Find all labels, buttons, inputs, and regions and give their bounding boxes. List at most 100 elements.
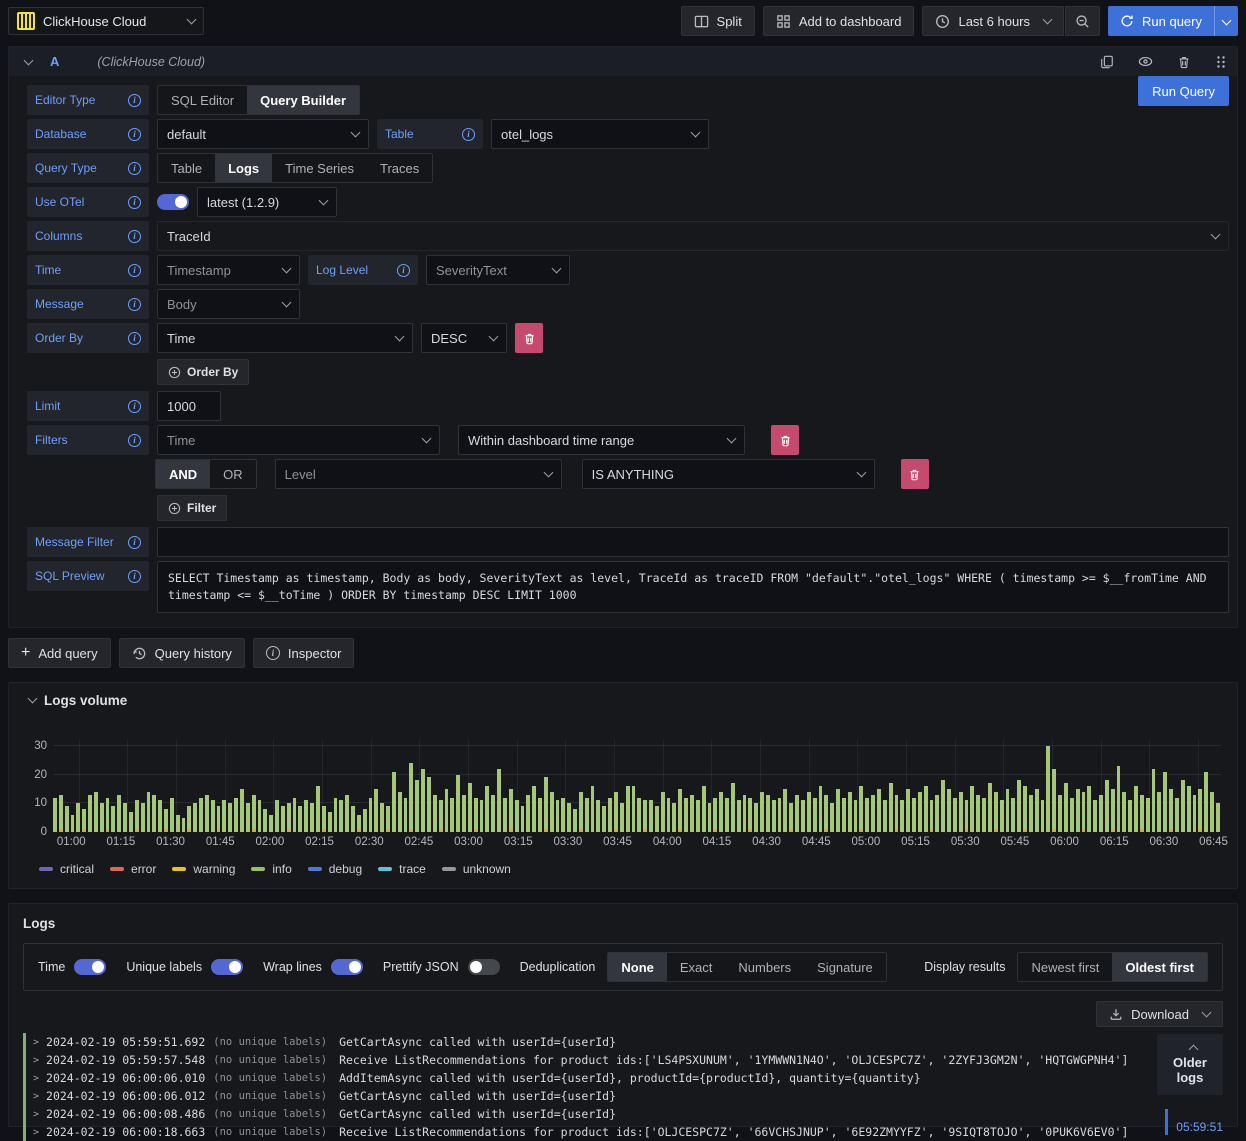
info-icon[interactable]: i bbox=[128, 263, 141, 277]
log-row[interactable]: >2024-02-19 06:00:06.010 (no unique label… bbox=[23, 1069, 1237, 1087]
duplicate-query-icon[interactable] bbox=[1100, 55, 1114, 69]
query-type-traces[interactable]: Traces bbox=[367, 154, 432, 182]
expand-row-icon[interactable]: > bbox=[33, 1127, 39, 1138]
log-row[interactable]: >2024-02-19 06:00:18.663 (no unique label… bbox=[23, 1123, 1237, 1141]
filter-operator-select[interactable]: Within dashboard time range bbox=[458, 425, 745, 455]
database-select[interactable]: default bbox=[157, 119, 369, 149]
bar bbox=[649, 800, 653, 832]
info-icon[interactable]: i bbox=[128, 161, 141, 175]
dedup-none[interactable]: None bbox=[608, 953, 667, 981]
hide-response-eye-icon[interactable] bbox=[1138, 54, 1153, 69]
run-query-button[interactable]: Run query bbox=[1108, 6, 1238, 36]
info-icon[interactable]: i bbox=[128, 127, 141, 141]
expand-row-icon[interactable]: > bbox=[33, 1073, 39, 1084]
expand-row-icon[interactable]: > bbox=[33, 1037, 39, 1048]
display-oldest-first[interactable]: Oldest first bbox=[1112, 953, 1207, 981]
editor-type-sql-editor[interactable]: SQL Editor bbox=[158, 86, 247, 114]
condition-and[interactable]: AND bbox=[156, 460, 211, 488]
info-icon[interactable]: i bbox=[128, 331, 141, 345]
logs-volume-header[interactable]: Logs volume bbox=[9, 683, 1237, 714]
dedup-exact[interactable]: Exact bbox=[667, 953, 726, 981]
editor-type-query-builder[interactable]: Query Builder bbox=[247, 86, 360, 114]
time-column-select[interactable]: Timestamp bbox=[157, 255, 300, 285]
time-range-picker[interactable]: Last 6 hours bbox=[922, 6, 1065, 36]
remove-filter2-button[interactable] bbox=[900, 459, 929, 489]
split-button[interactable]: Split bbox=[680, 6, 755, 36]
info-icon[interactable]: i bbox=[462, 127, 475, 141]
zoom-out-button[interactable] bbox=[1065, 6, 1101, 36]
expand-row-icon[interactable]: > bbox=[33, 1109, 39, 1120]
legend-item-warning[interactable]: warning bbox=[172, 862, 235, 876]
bar bbox=[362, 809, 367, 832]
table-select[interactable]: otel_logs bbox=[491, 119, 709, 149]
bar bbox=[836, 788, 840, 832]
remove-filter-button[interactable] bbox=[771, 425, 799, 455]
run-query-options[interactable] bbox=[1214, 6, 1238, 36]
collapse-chevron-icon[interactable] bbox=[27, 693, 38, 704]
dedup-numbers[interactable]: Numbers bbox=[725, 953, 804, 981]
prettify-json-toggle[interactable] bbox=[467, 959, 500, 975]
unique-labels-toggle[interactable] bbox=[211, 959, 244, 975]
time-toggle[interactable] bbox=[74, 959, 107, 975]
legend-item-trace[interactable]: trace bbox=[378, 862, 426, 876]
info-icon[interactable]: i bbox=[128, 535, 141, 549]
info-icon[interactable]: i bbox=[128, 229, 141, 243]
log-row[interactable]: >2024-02-19 05:59:57.548 (no unique label… bbox=[23, 1051, 1237, 1069]
query-row-header[interactable]: A (ClickHouse Cloud) bbox=[9, 47, 1237, 76]
info-icon[interactable]: i bbox=[128, 195, 141, 209]
legend-item-info[interactable]: info bbox=[251, 862, 292, 876]
log-row[interactable]: >2024-02-19 05:59:51.692 (no unique label… bbox=[23, 1033, 1237, 1051]
remove-query-trash-icon[interactable] bbox=[1177, 55, 1191, 69]
legend-item-debug[interactable]: debug bbox=[307, 862, 362, 876]
query-type-time-series[interactable]: Time Series bbox=[272, 154, 367, 182]
filter2-field-select[interactable]: Level bbox=[274, 459, 562, 489]
datasource-picker[interactable]: ClickHouse Cloud bbox=[8, 7, 204, 35]
chart-plot-area[interactable] bbox=[53, 740, 1221, 832]
columns-multiselect[interactable]: TraceId bbox=[157, 221, 1229, 251]
query-history-button[interactable]: Query history bbox=[118, 638, 245, 668]
otel-version-select[interactable]: latest (1.2.9) bbox=[197, 187, 337, 217]
bar bbox=[625, 786, 630, 832]
use-otel-toggle[interactable] bbox=[157, 194, 189, 210]
info-icon[interactable]: i bbox=[128, 93, 141, 107]
older-logs-button[interactable]: Older logs bbox=[1157, 1034, 1223, 1095]
info-icon[interactable]: i bbox=[128, 399, 141, 413]
legend-item-critical[interactable]: critical bbox=[39, 862, 94, 876]
info-icon[interactable]: i bbox=[128, 297, 141, 311]
filter-field-select[interactable]: Time bbox=[157, 425, 440, 455]
add-filter-button[interactable]: Filter bbox=[157, 495, 228, 521]
log-level-column-select[interactable]: SeverityText bbox=[426, 255, 570, 285]
legend-item-unknown[interactable]: unknown bbox=[441, 862, 511, 876]
message-column-select[interactable]: Body bbox=[157, 289, 300, 319]
inspector-button[interactable]: i Inspector bbox=[252, 638, 355, 668]
query-type-logs[interactable]: Logs bbox=[215, 154, 273, 182]
remove-order-by-button[interactable] bbox=[515, 323, 543, 353]
expand-row-icon[interactable]: > bbox=[33, 1055, 39, 1066]
add-order-by-button[interactable]: Order By bbox=[157, 359, 250, 385]
condition-or[interactable]: OR bbox=[210, 460, 256, 488]
order-direction-select[interactable]: DESC bbox=[421, 323, 507, 353]
expand-row-icon[interactable]: > bbox=[33, 1091, 39, 1102]
dedup-signature[interactable]: Signature bbox=[804, 953, 886, 981]
collapse-chevron-icon[interactable] bbox=[23, 55, 34, 65]
drag-handle-icon[interactable] bbox=[1215, 55, 1227, 69]
warning-segment bbox=[251, 829, 256, 832]
wrap-lines-toggle[interactable] bbox=[330, 959, 363, 975]
bar bbox=[228, 803, 233, 832]
filter2-operator-select[interactable]: IS ANYTHING bbox=[581, 459, 875, 489]
download-button[interactable]: Download bbox=[1096, 1001, 1223, 1027]
log-row[interactable]: >2024-02-19 06:00:08.486 (no unique label… bbox=[23, 1105, 1237, 1123]
add-query-button[interactable]: + Add query bbox=[8, 638, 111, 668]
display-newest-first[interactable]: Newest first bbox=[1018, 953, 1112, 981]
run-query-panel-button[interactable]: Run Query bbox=[1138, 76, 1229, 106]
log-row[interactable]: >2024-02-19 06:00:06.012 (no unique label… bbox=[23, 1087, 1237, 1105]
limit-input[interactable] bbox=[157, 391, 221, 421]
message-filter-input[interactable] bbox=[157, 527, 1229, 557]
info-icon[interactable]: i bbox=[397, 263, 410, 277]
legend-item-error[interactable]: error bbox=[110, 862, 156, 876]
info-icon[interactable]: i bbox=[128, 433, 141, 447]
info-icon[interactable]: i bbox=[128, 569, 141, 583]
query-type-table[interactable]: Table bbox=[158, 154, 215, 182]
order-by-column-select[interactable]: Time bbox=[157, 323, 413, 353]
add-to-dashboard-button[interactable]: Add to dashboard bbox=[762, 6, 915, 36]
